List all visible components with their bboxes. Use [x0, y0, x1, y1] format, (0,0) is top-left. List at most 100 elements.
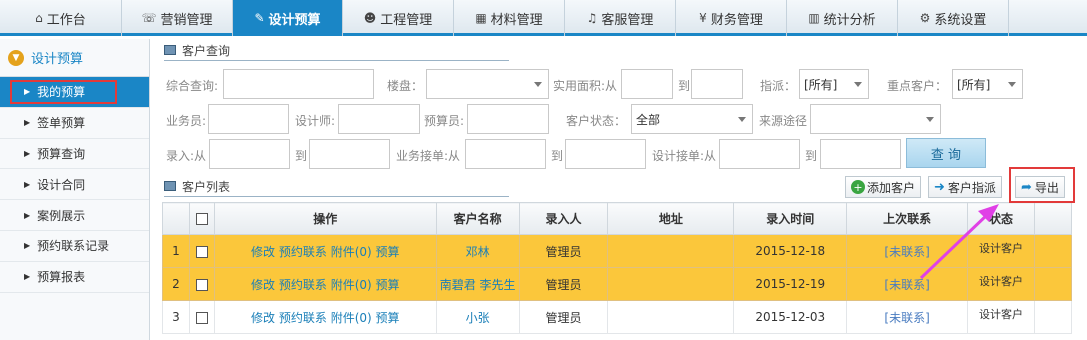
- status-label: 客户状态：: [566, 114, 627, 128]
- collapse-icon: ▼: [8, 49, 24, 66]
- tab-label: 材料管理: [490, 12, 543, 28]
- assign-select[interactable]: [所有]: [799, 69, 869, 99]
- biz-to-input[interactable]: [565, 139, 646, 169]
- tab-materials[interactable]: ▦ 材料管理: [454, 0, 565, 36]
- budget-link[interactable]: 预算: [376, 311, 400, 325]
- tab-engineering[interactable]: ☻ 工程管理: [343, 0, 454, 36]
- table-row[interactable]: 3 修改 预约联系 附件(0) 预算 小张 管理员 2015-12-03 [未联…: [162, 300, 1073, 334]
- key-customer-select[interactable]: [所有]: [952, 69, 1023, 99]
- table-row[interactable]: 1 修改 预约联系 附件(0) 预算 邓林 管理员 2015-12-18 [未联…: [162, 234, 1073, 268]
- add-customer-button[interactable]: + 添加客户: [845, 176, 922, 198]
- sidebar-item-my-budget[interactable]: ▶ 我的预算: [0, 77, 149, 108]
- button-label: 客户指派: [947, 180, 996, 195]
- caret-right-icon: ▶: [24, 272, 31, 282]
- budgeter-input[interactable]: [467, 104, 549, 134]
- extra-cell: [1033, 234, 1073, 268]
- assign-customer-button[interactable]: ➜ 客户指派: [928, 176, 1002, 198]
- row-checkbox[interactable]: [195, 278, 208, 291]
- salesman-input[interactable]: [208, 104, 289, 134]
- assign-label: 指派：: [760, 79, 797, 93]
- divider: [164, 60, 509, 61]
- tab-label: 营销管理: [160, 12, 213, 28]
- select-all-checkbox[interactable]: [195, 213, 208, 225]
- query-button[interactable]: 查 询: [906, 138, 986, 168]
- chart-icon: ▥: [808, 11, 820, 25]
- designer-input[interactable]: [338, 104, 420, 134]
- tab-workbench[interactable]: ⌂ 工作台: [0, 0, 122, 36]
- budget-link[interactable]: 预算: [376, 278, 400, 292]
- tab-service[interactable]: ♫ 客服管理: [565, 0, 676, 36]
- appoint-link[interactable]: 预约联系: [279, 278, 327, 292]
- appoint-link[interactable]: 预约联系: [279, 245, 327, 259]
- customer-name-link[interactable]: 南碧君 李先生: [435, 267, 520, 301]
- appoint-link[interactable]: 预约联系: [279, 311, 327, 325]
- status-cell: 设计客户: [967, 234, 1035, 268]
- sidebar-item-case-showcase[interactable]: ▶ 案例展示: [0, 200, 149, 231]
- attachment-link[interactable]: 附件(0): [331, 278, 372, 292]
- sidebar-item-label: 预算报表: [37, 270, 86, 285]
- column-header: 录入时间: [733, 202, 848, 235]
- main-content: 客户查询 综合查询: 楼盘： 实用面积:从 到 指派： [所有] 重点客户： […: [150, 39, 1087, 340]
- biz-from-input[interactable]: [465, 139, 546, 169]
- source-select[interactable]: [810, 104, 941, 134]
- plus-icon: +: [851, 180, 865, 194]
- sidebar-header[interactable]: ▼ 设计预算: [0, 39, 149, 77]
- sidebar-item-signed-budget[interactable]: ▶ 签单预算: [0, 108, 149, 139]
- column-header: 状态: [967, 202, 1035, 235]
- chevron-down-icon: [926, 117, 934, 122]
- area-from-input[interactable]: [621, 69, 673, 99]
- customer-name-link[interactable]: 小张: [435, 300, 520, 334]
- column-header: 录入人: [518, 202, 609, 235]
- panel-icon: [164, 45, 176, 55]
- sidebar-item-design-contract[interactable]: ▶ 设计合同: [0, 169, 149, 201]
- export-button[interactable]: ➦ 导出: [1015, 176, 1065, 198]
- general-query-input[interactable]: [223, 69, 374, 99]
- extra-cell: [1033, 267, 1073, 301]
- edit-link[interactable]: 修改: [251, 311, 275, 325]
- source-label: 来源途径: [759, 114, 808, 128]
- sidebar-item-label: 设计合同: [37, 177, 86, 192]
- budget-link[interactable]: 预算: [376, 245, 400, 259]
- table-header-row: 操作 客户名称 录入人 地址 录入时间 上次联系 状态: [162, 202, 1073, 235]
- edit-link[interactable]: 修改: [251, 245, 275, 259]
- attachment-link[interactable]: 附件(0): [331, 311, 372, 325]
- sidebar-item-budget-query[interactable]: ▶ 预算查询: [0, 139, 149, 170]
- entry-to-input[interactable]: [309, 139, 390, 169]
- divider: [164, 196, 509, 197]
- users-icon: ☻: [363, 11, 377, 25]
- area-to-input[interactable]: [691, 69, 743, 99]
- tab-finance[interactable]: ¥ 财务管理: [676, 0, 787, 36]
- chevron-down-icon: [1008, 82, 1016, 87]
- last-contact-link[interactable]: [未联系]: [846, 234, 969, 268]
- tab-label: 统计分析: [823, 12, 876, 28]
- budgeter-label: 预算员:: [424, 114, 465, 128]
- building-select[interactable]: [426, 69, 549, 99]
- entered-by-cell: 管理员: [518, 300, 609, 334]
- row-checkbox[interactable]: [195, 311, 208, 324]
- table-row[interactable]: 2 修改 预约联系 附件(0) 预算 南碧君 李先生 管理员 2015-12-1…: [162, 267, 1073, 301]
- sidebar-item-appointments[interactable]: ▶ 预约联系记录: [0, 231, 149, 262]
- design-from-input[interactable]: [719, 139, 800, 169]
- status-cell: 设计客户: [967, 300, 1035, 334]
- button-label: 添加客户: [867, 180, 916, 195]
- tab-statistics[interactable]: ▥ 统计分析: [787, 0, 898, 36]
- attachment-link[interactable]: 附件(0): [331, 245, 372, 259]
- last-contact-link[interactable]: [未联系]: [846, 267, 969, 301]
- assign-value: [所有]: [804, 77, 838, 92]
- row-checkbox[interactable]: [195, 245, 208, 258]
- select-all-header: [188, 202, 215, 235]
- status-select[interactable]: 全部: [631, 104, 753, 134]
- tab-design-budget[interactable]: ✎ 设计预算: [233, 0, 343, 36]
- status-cell: 设计客户: [967, 267, 1035, 301]
- edit-link[interactable]: 修改: [251, 278, 275, 292]
- tab-marketing[interactable]: ☏ 营销管理: [122, 0, 233, 36]
- row-number: 1: [162, 234, 190, 268]
- design-to-input[interactable]: [820, 139, 901, 169]
- customer-name-link[interactable]: 邓林: [435, 234, 520, 268]
- sidebar-item-budget-report[interactable]: ▶ 预算报表: [0, 262, 149, 293]
- last-contact-link[interactable]: [未联系]: [846, 300, 969, 334]
- entry-from-input[interactable]: [209, 139, 290, 169]
- yen-icon: ¥: [699, 11, 707, 25]
- tab-settings[interactable]: ⚙ 系统设置: [898, 0, 1009, 36]
- status-value: 全部: [636, 112, 661, 127]
